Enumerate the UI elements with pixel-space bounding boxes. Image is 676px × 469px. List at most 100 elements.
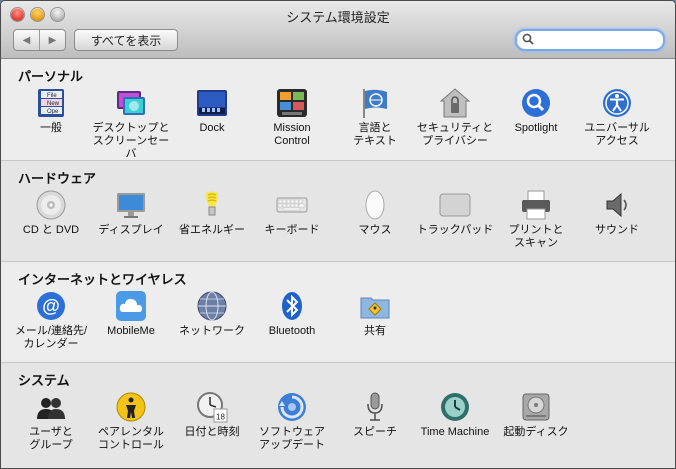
speech-icon (359, 391, 391, 423)
pref-label: 一般 (40, 122, 62, 134)
pref-label: 起動ディスク (503, 426, 569, 438)
pref-general[interactable]: File New Ope 一般 (8, 87, 94, 135)
pref-trackpad[interactable]: トラックパッド (412, 189, 498, 237)
section-system: システム ユーザと グループ ペアレンタル コントロール 18 日付と時刻 ソフ… (1, 363, 675, 468)
pref-users-groups[interactable]: ユーザと グループ (8, 391, 94, 452)
pref-label: マウス (358, 224, 392, 236)
back-forward-control: ◀ ▶ (13, 29, 66, 51)
pref-label: セキュリティと プライバシー (416, 122, 494, 147)
network-icon (196, 290, 228, 322)
section-personal: パーソナル File New Ope 一般 デスクトップと スクリーンセーバ D… (1, 59, 675, 161)
pref-parental-controls[interactable]: ペアレンタル コントロール (88, 391, 174, 452)
search-field[interactable] (515, 29, 665, 51)
pref-keyboard[interactable]: キーボード (249, 189, 335, 237)
pref-label: トラックパッド (416, 224, 494, 236)
preferences-content: パーソナル File New Ope 一般 デスクトップと スクリーンセーバ D… (1, 59, 675, 468)
pref-desktop-screensaver[interactable]: デスクトップと スクリーンセーバ (88, 87, 174, 161)
mobileme-icon (115, 290, 147, 322)
pref-label: プリントと スキャン (508, 224, 564, 249)
pref-label: ディスプレイ (98, 224, 164, 236)
pref-display[interactable]: ディスプレイ (88, 189, 174, 237)
universal-access-icon (601, 87, 633, 119)
users-groups-icon (35, 391, 67, 423)
section-title: システム (18, 373, 70, 388)
mail-contacts-calendar-icon: @ (35, 290, 67, 322)
pref-sound[interactable]: サウンド (574, 189, 660, 237)
pref-cd-dvd[interactable]: CD と DVD (8, 189, 94, 237)
mission-control-icon (276, 87, 308, 119)
pref-label: メール/連絡先/ カレンダー (14, 325, 88, 350)
pref-date-time[interactable]: 18 日付と時刻 (169, 391, 255, 439)
pref-label: Mission Control (273, 122, 311, 147)
mouse-icon (359, 189, 391, 221)
trackpad-icon (439, 189, 471, 221)
parental-controls-icon (115, 391, 147, 423)
pref-label: Dock (199, 122, 225, 134)
back-button[interactable]: ◀ (14, 30, 40, 50)
pref-label: ネットワーク (179, 325, 245, 337)
print-scan-icon (520, 189, 552, 221)
section-title: ハードウェア (18, 171, 97, 186)
svg-text:Ope: Ope (47, 109, 59, 115)
pref-sharing[interactable]: 共有 (332, 290, 418, 338)
title-bar: システム環境設定 ◀ ▶ すべてを表示 (1, 1, 675, 59)
pref-language-text[interactable]: 言語と テキスト (332, 87, 418, 148)
pref-label: Bluetooth (268, 325, 316, 337)
pref-mail-contacts-calendar[interactable]: @ メール/連絡先/ カレンダー (8, 290, 94, 351)
pref-label: ユニバーサル アクセス (584, 122, 650, 147)
show-all-button[interactable]: すべてを表示 (74, 29, 178, 51)
section-hardware: ハードウェア CD と DVD ディスプレイ 省エネルギー キーボード マウス … (1, 161, 675, 262)
svg-text:New: New (47, 101, 60, 107)
pref-label: ペアレンタル コントロール (98, 426, 164, 451)
dock-icon (196, 87, 228, 119)
section-title: インターネットとワイヤレス (18, 272, 187, 287)
pref-speech[interactable]: スピーチ (332, 391, 418, 439)
svg-text:18: 18 (216, 413, 225, 422)
pref-label: キーボード (264, 224, 320, 236)
pref-mouse[interactable]: マウス (332, 189, 418, 237)
pref-label: スピーチ (353, 426, 397, 438)
language-text-icon (359, 87, 391, 119)
pref-label: MobileMe (107, 325, 155, 337)
pref-label: ユーザと グループ (29, 426, 73, 451)
section-title: パーソナル (18, 69, 84, 84)
window-title: システム環境設定 (286, 10, 390, 25)
keyboard-icon (276, 189, 308, 221)
software-update-icon (276, 391, 308, 423)
bluetooth-icon (276, 290, 308, 322)
section-internet-wireless: インターネットとワイヤレス @ メール/連絡先/ カレンダー MobileMe … (1, 262, 675, 363)
pref-label: 言語と テキスト (353, 122, 397, 147)
pref-print-scan[interactable]: プリントと スキャン (493, 189, 579, 250)
svg-text:File: File (47, 93, 57, 99)
search-icon (522, 33, 534, 45)
sharing-icon (359, 290, 391, 322)
pref-software-update[interactable]: ソフトウェア アップデート (249, 391, 335, 452)
pref-label: Time Machine (420, 426, 490, 438)
date-time-icon: 18 (196, 391, 228, 423)
security-privacy-icon (439, 87, 471, 119)
pref-startup-disk[interactable]: 起動ディスク (493, 391, 579, 439)
pref-mission-control[interactable]: Mission Control (249, 87, 335, 148)
time-machine-icon (439, 391, 471, 423)
pref-bluetooth[interactable]: Bluetooth (249, 290, 335, 338)
pref-universal-access[interactable]: ユニバーサル アクセス (574, 87, 660, 148)
display-icon (115, 189, 147, 221)
pref-dock[interactable]: Dock (169, 87, 255, 135)
system-preferences-window: システム環境設定 ◀ ▶ すべてを表示 パーソナル File New Ope 一… (0, 0, 676, 469)
pref-energy-saver[interactable]: 省エネルギー (169, 189, 255, 237)
sound-icon (601, 189, 633, 221)
pref-label: ソフトウェア アップデート (259, 426, 325, 451)
pref-time-machine[interactable]: Time Machine (412, 391, 498, 439)
forward-button[interactable]: ▶ (40, 30, 65, 50)
energy-saver-icon (196, 189, 228, 221)
pref-network[interactable]: ネットワーク (169, 290, 255, 338)
pref-label: デスクトップと スクリーンセーバ (92, 122, 170, 160)
pref-mobileme[interactable]: MobileMe (88, 290, 174, 338)
pref-label: 日付と時刻 (184, 426, 240, 438)
pref-security-privacy[interactable]: セキュリティと プライバシー (412, 87, 498, 148)
pref-label: サウンド (595, 224, 639, 236)
startup-disk-icon (520, 391, 552, 423)
pref-label: Spotlight (514, 122, 558, 134)
pref-label: CD と DVD (22, 224, 80, 236)
pref-spotlight[interactable]: Spotlight (493, 87, 579, 135)
